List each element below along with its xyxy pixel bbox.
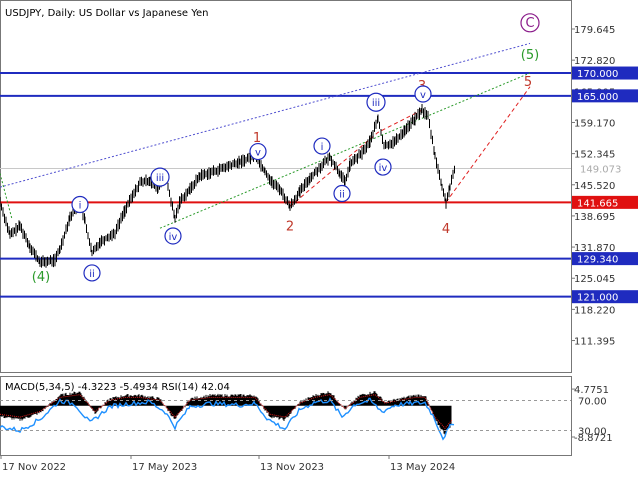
wave-label: C xyxy=(525,16,534,31)
level-label: 165.000 xyxy=(577,92,618,103)
wave-label: iii xyxy=(372,98,380,109)
y-tick-label: 118.220 xyxy=(574,305,615,316)
wave-label: iv xyxy=(379,163,388,174)
y-tick-label: 145.520 xyxy=(574,181,615,192)
rsi-tick-label: 70.00 xyxy=(578,397,607,408)
x-tick-label: 13 May 2024 xyxy=(390,462,455,473)
wave-label: 5 xyxy=(524,75,532,90)
wave-label: iii xyxy=(156,173,164,184)
level-label: 121.000 xyxy=(577,293,618,304)
wave-label: (5) xyxy=(521,48,539,63)
y-tick-label: 172.820 xyxy=(574,56,615,67)
trend-line xyxy=(445,86,531,203)
x-tick-label: 17 Nov 2022 xyxy=(2,462,66,473)
wave-label: v xyxy=(420,90,426,101)
x-tick-label: 17 May 2023 xyxy=(132,462,197,473)
wave-label: ii xyxy=(89,269,95,280)
level-label: 170.000 xyxy=(577,69,618,80)
price-panel: USDJPY, Daily: US Dollar vs Japanese Yen xyxy=(0,0,572,373)
wave-label: 2 xyxy=(286,219,294,234)
wave-label: i xyxy=(79,200,82,211)
wave-label: (4) xyxy=(32,270,50,285)
chart-root: USDJPY, Daily: US Dollar vs Japanese Yen… xyxy=(0,0,638,473)
price-panel-frame xyxy=(0,0,572,373)
trend-line xyxy=(0,42,531,188)
wave-label: 4 xyxy=(442,222,450,237)
macd-tick-label: 4.7751 xyxy=(574,385,609,396)
y-tick-label: 179.645 xyxy=(574,25,615,36)
macd-tick-label: -8.8721 xyxy=(574,433,613,444)
wave-label: i xyxy=(321,142,324,153)
y-tick-label: 152.345 xyxy=(574,150,615,161)
price-bars xyxy=(0,104,455,268)
chart-title: USDJPY, Daily: US Dollar vs Japanese Yen xyxy=(5,8,209,19)
wave-label: v xyxy=(255,148,261,159)
level-label: 141.665 xyxy=(577,198,618,209)
current-price-label: 149.073 xyxy=(580,165,621,176)
x-tick-label: 13 Nov 2023 xyxy=(260,462,324,473)
trend-line xyxy=(0,173,13,220)
wave-label: ii xyxy=(339,190,345,201)
wave-label: iv xyxy=(169,232,178,243)
y-tick-label: 138.695 xyxy=(574,212,615,223)
indicator-label: MACD(5,34,5) -4.3223 -5.4934 RSI(14) 42.… xyxy=(5,382,230,393)
y-tick-label: 159.170 xyxy=(574,118,615,129)
y-tick-label: 111.395 xyxy=(574,337,615,348)
level-label: 129.340 xyxy=(577,255,618,266)
y-tick-label: 125.045 xyxy=(574,274,615,285)
